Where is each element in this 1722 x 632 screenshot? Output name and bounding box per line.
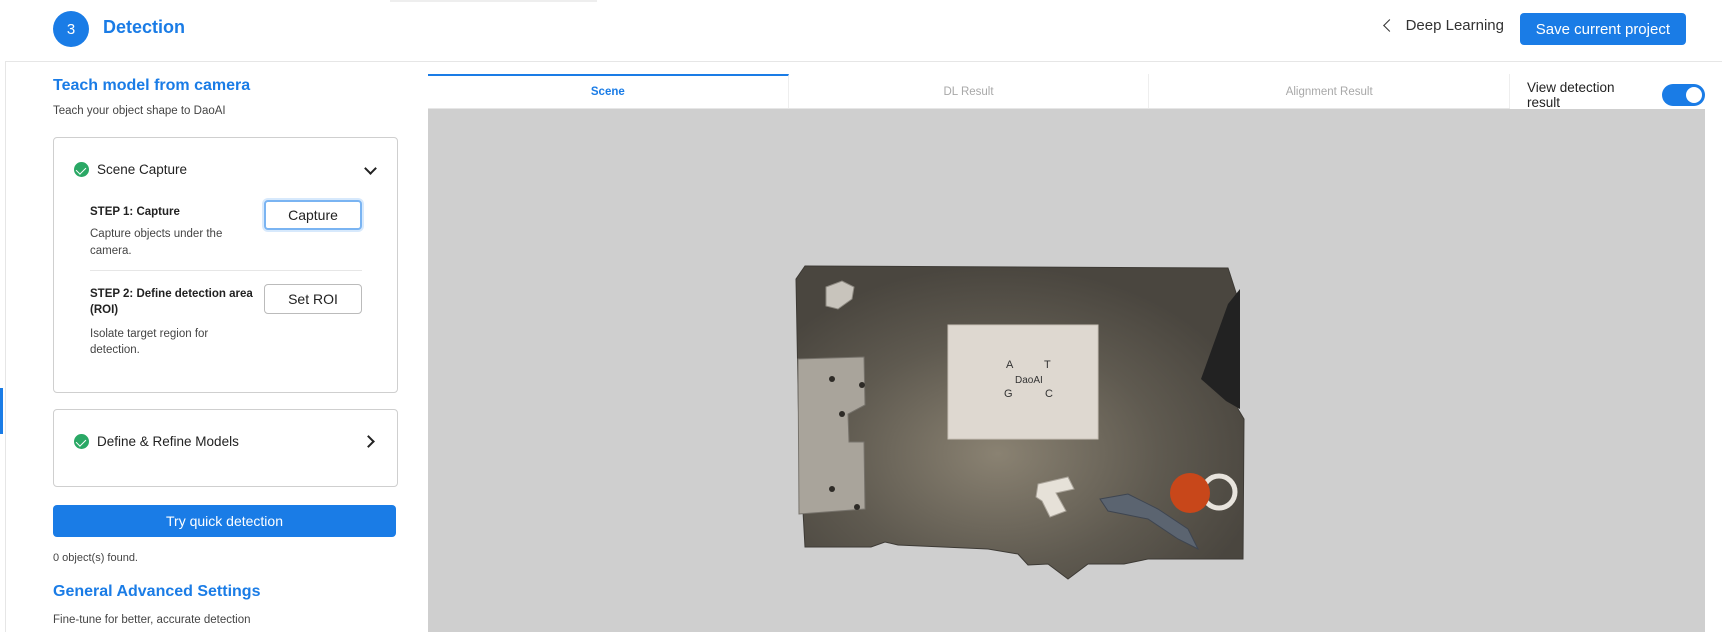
view-detection-toggle-row: View detection result: [1527, 80, 1705, 110]
step2-label-line2: (ROI): [90, 304, 119, 316]
tab-dl-result[interactable]: DL Result: [789, 74, 1150, 108]
check-circle-icon: [74, 162, 89, 177]
paper-letter-g: G: [1004, 388, 1013, 400]
scene-capture-panel: Scene Capture STEP 1: Capture Capture ob…: [53, 137, 398, 393]
set-roi-button[interactable]: Set ROI: [264, 284, 362, 314]
paper-letter-t: T: [1044, 359, 1051, 371]
paper-letter-c: C: [1045, 388, 1053, 400]
bolt: [829, 486, 835, 492]
toggle-knob: [1686, 87, 1702, 103]
sidebar-title: Teach model from camera: [53, 77, 251, 94]
view-detection-toggle[interactable]: [1661, 84, 1705, 106]
scene-capture-title: Scene Capture: [97, 162, 188, 177]
step1-desc-line2: camera.: [90, 245, 132, 257]
save-project-button[interactable]: Save current project: [1519, 13, 1686, 45]
step-number-badge: 3: [53, 11, 89, 47]
chevron-down-icon[interactable]: [364, 162, 377, 175]
advanced-settings-title: General Advanced Settings: [53, 583, 261, 600]
tab-alignment-result[interactable]: Alignment Result: [1149, 74, 1511, 108]
tab-scene[interactable]: Scene: [428, 74, 789, 108]
scene-canvas[interactable]: A T DaoAI G C: [428, 109, 1705, 632]
try-quick-detection-button[interactable]: Try quick detection: [53, 505, 396, 537]
objects-found-status: 0 object(s) found.: [53, 552, 138, 564]
bolt: [829, 376, 835, 382]
scene-capture-header[interactable]: Scene Capture: [74, 162, 187, 177]
bolt: [839, 411, 845, 417]
capture-button[interactable]: Capture: [264, 200, 362, 230]
step-divider: [90, 270, 362, 271]
bolt: [859, 382, 865, 388]
define-models-panel: Define & Refine Models: [53, 409, 398, 487]
viewer: Scene DL Result Alignment Result View de…: [428, 74, 1705, 632]
viewer-tabs: Scene DL Result Alignment Result: [428, 74, 1511, 109]
chevron-right-icon[interactable]: [362, 435, 375, 448]
paper-letter-a: A: [1006, 359, 1014, 371]
sidebar: Teach model from camera Teach your objec…: [5, 62, 427, 632]
step2-desc-line1: Isolate target region for: [90, 328, 209, 340]
step1-label: STEP 1: Capture: [90, 206, 180, 218]
paper-logo-text: DaoAI: [1015, 375, 1043, 386]
page-title: Detection: [103, 17, 186, 37]
back-link-label: Deep Learning: [1405, 17, 1504, 34]
advanced-settings-subtitle: Fine-tune for better, accurate detection: [53, 614, 251, 626]
define-models-title: Define & Refine Models: [97, 434, 239, 449]
sidebar-subtitle: Teach your object shape to DaoAI: [53, 105, 226, 117]
view-detection-label: View detection result: [1527, 80, 1615, 110]
check-circle-icon: [74, 434, 89, 449]
bolt: [854, 504, 860, 510]
point-cloud-view: A T DaoAI G C: [795, 265, 1245, 580]
orange-ball: [1170, 473, 1210, 513]
define-models-header[interactable]: Define & Refine Models: [74, 434, 239, 449]
chevron-left-icon: [1382, 19, 1396, 32]
step2-desc-line2: detection.: [90, 344, 140, 356]
header-decoration: [390, 0, 597, 2]
back-to-deep-learning-link[interactable]: Deep Learning: [1382, 17, 1504, 34]
header-bar: 3 Detection Deep Learning Save current p…: [5, 0, 1722, 62]
rail-active-indicator: [0, 388, 3, 434]
step1-desc-line1: Capture objects under the: [90, 228, 223, 240]
step2-label-line1: STEP 2: Define detection area: [90, 288, 253, 300]
